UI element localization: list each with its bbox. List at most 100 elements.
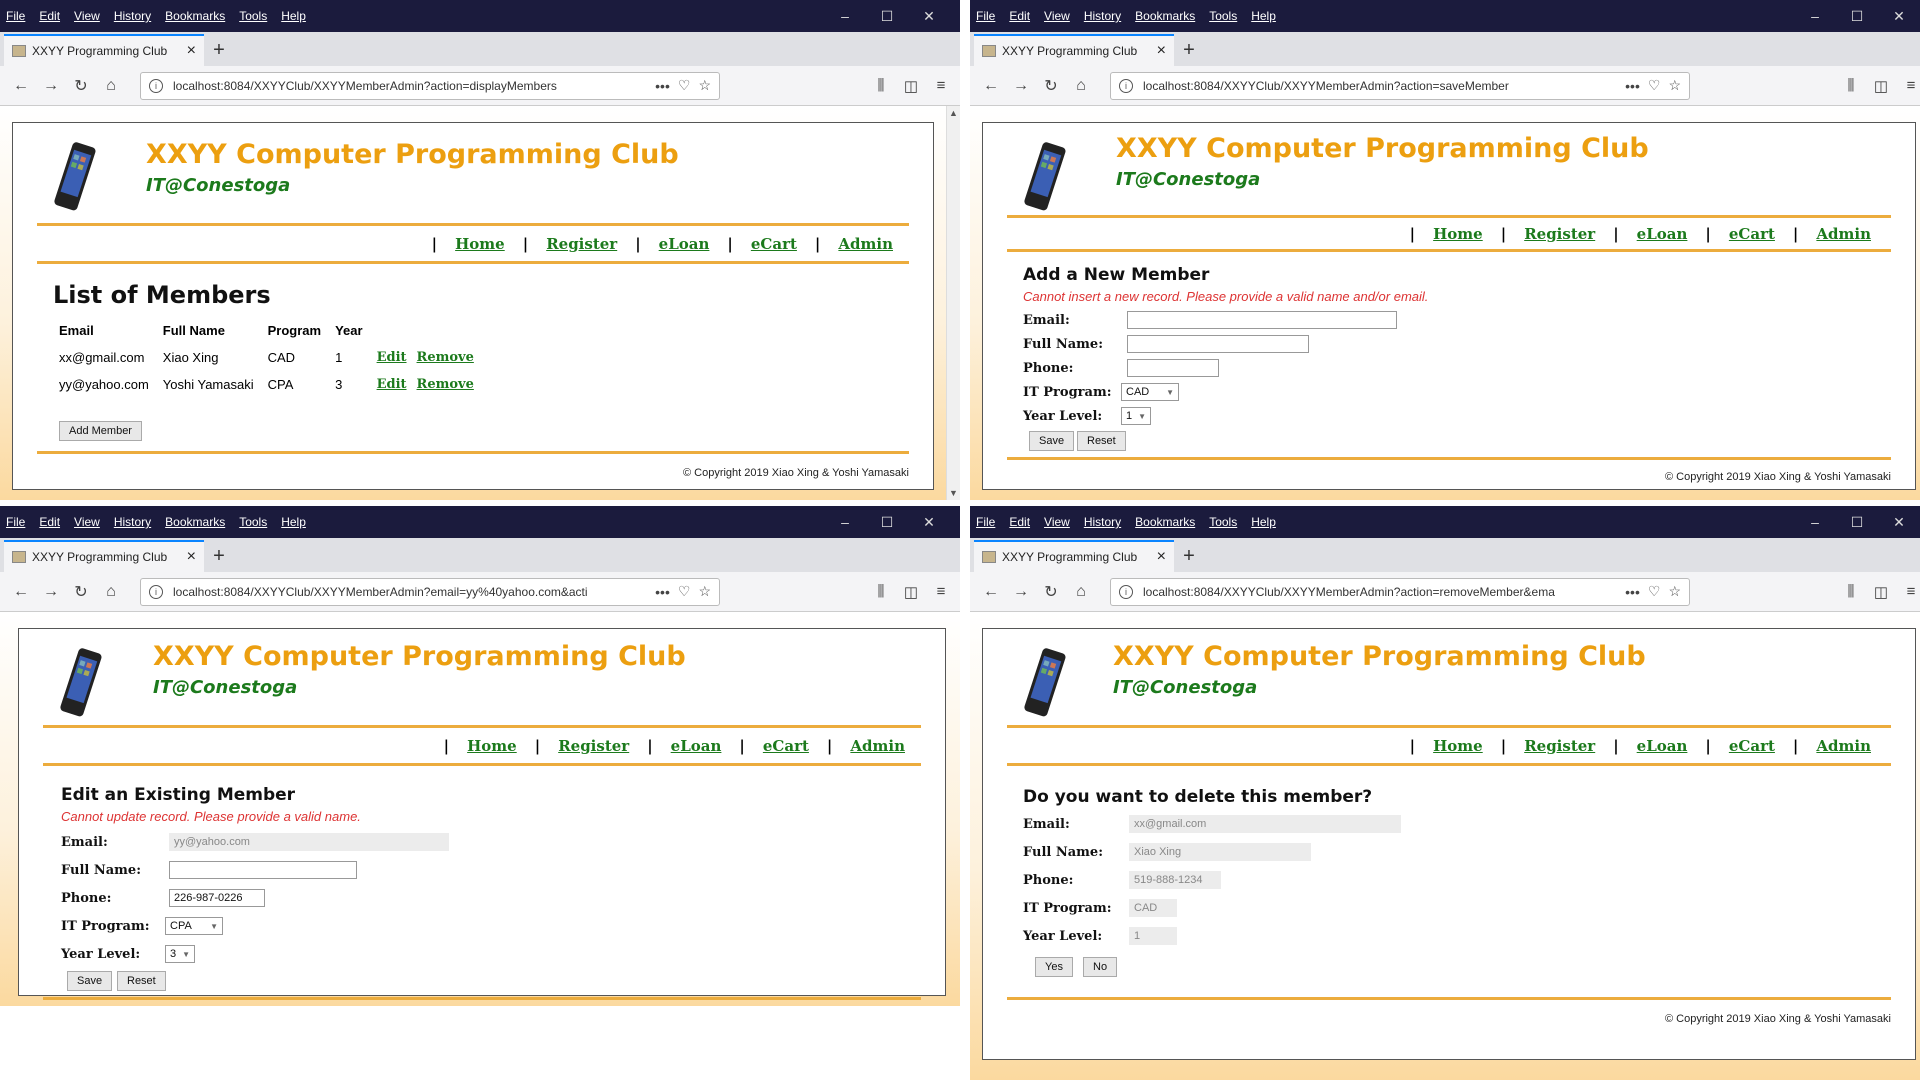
page-actions-icon[interactable]: ••• — [1625, 584, 1640, 600]
url-bar[interactable]: i localhost:8084/XXYYClub/XXYYMemberAdmi… — [140, 71, 720, 100]
home-icon[interactable]: ⌂ — [96, 77, 126, 95]
edit-link[interactable]: Edit — [377, 377, 407, 392]
menu-edit[interactable]: Edit — [39, 9, 60, 23]
minimize-button[interactable]: – — [1794, 514, 1836, 530]
nav-register-link[interactable]: Register — [546, 235, 617, 253]
menu-tools[interactable]: Tools — [239, 9, 267, 23]
url-bar[interactable]: i localhost:8084/XXYYClub/XXYYMemberAdmi… — [1110, 577, 1690, 606]
nav-register-link[interactable]: Register — [1524, 225, 1595, 243]
nav-admin-link[interactable]: Admin — [1816, 737, 1871, 755]
nav-eloan-link[interactable]: eLoan — [1637, 737, 1688, 755]
menu-file[interactable]: File — [6, 9, 25, 23]
pocket-icon[interactable]: ♡ — [678, 77, 691, 94]
maximize-button[interactable]: ☐ — [866, 8, 908, 25]
maximize-button[interactable]: ☐ — [866, 514, 908, 531]
new-tab-button[interactable]: + — [1174, 540, 1204, 572]
pocket-icon[interactable]: ♡ — [678, 583, 691, 600]
program-select[interactable]: CAD ▼ — [1121, 383, 1179, 401]
reload-icon[interactable]: ↻ — [66, 582, 96, 602]
nav-home-link[interactable]: Home — [467, 737, 517, 755]
sidebar-icon[interactable]: ◫ — [1866, 77, 1896, 95]
edit-link[interactable]: Edit — [377, 350, 407, 365]
menu-bookmarks[interactable]: Bookmarks — [1135, 515, 1195, 529]
year-select[interactable]: 3 ▼ — [165, 945, 195, 963]
menu-history[interactable]: History — [1084, 515, 1121, 529]
page-actions-icon[interactable]: ••• — [1625, 78, 1640, 94]
pocket-icon[interactable]: ♡ — [1648, 583, 1661, 600]
menu-help[interactable]: Help — [281, 9, 306, 23]
menu-edit[interactable]: Edit — [1009, 9, 1030, 23]
close-window-button[interactable]: ✕ — [1878, 514, 1920, 531]
full-name-field[interactable] — [1127, 335, 1309, 353]
menu-file[interactable]: File — [976, 515, 995, 529]
bookmark-star-icon[interactable]: ☆ — [698, 77, 711, 94]
pocket-icon[interactable]: ♡ — [1648, 77, 1661, 94]
remove-link[interactable]: Remove — [417, 350, 474, 365]
tab-programming-club[interactable]: XXYY Programming Club × — [4, 34, 204, 66]
forward-icon[interactable]: → — [1006, 77, 1036, 95]
hamburger-menu-icon[interactable]: ≡ — [1896, 583, 1920, 601]
menu-help[interactable]: Help — [1251, 9, 1276, 23]
program-select[interactable]: CPA ▼ — [165, 917, 223, 935]
info-icon[interactable]: i — [149, 78, 163, 93]
close-tab-icon[interactable]: × — [187, 42, 196, 60]
nav-admin-link[interactable]: Admin — [850, 737, 905, 755]
home-icon[interactable]: ⌂ — [96, 583, 126, 601]
minimize-button[interactable]: – — [824, 514, 866, 530]
phone-field[interactable] — [1127, 359, 1219, 377]
menu-file[interactable]: File — [6, 515, 25, 529]
reload-icon[interactable]: ↻ — [1036, 582, 1066, 602]
forward-icon[interactable]: → — [1006, 583, 1036, 601]
tab-programming-club[interactable]: XXYY Programming Club × — [974, 540, 1174, 572]
back-icon[interactable]: ← — [976, 77, 1006, 95]
close-tab-icon[interactable]: × — [1157, 548, 1166, 566]
hamburger-menu-icon[interactable]: ≡ — [926, 583, 956, 601]
page-actions-icon[interactable]: ••• — [655, 78, 670, 94]
save-button[interactable]: Save — [67, 971, 113, 991]
menu-file[interactable]: File — [976, 9, 995, 23]
menu-history[interactable]: History — [114, 515, 151, 529]
scroll-down-icon[interactable]: ▼ — [949, 488, 958, 498]
menu-bookmarks[interactable]: Bookmarks — [1135, 9, 1195, 23]
new-tab-button[interactable]: + — [1174, 34, 1204, 66]
menu-edit[interactable]: Edit — [1009, 515, 1030, 529]
url-bar[interactable]: i localhost:8084/XXYYClub/XXYYMemberAdmi… — [1110, 71, 1690, 100]
menu-view[interactable]: View — [74, 515, 100, 529]
menu-view[interactable]: View — [74, 9, 100, 23]
nav-eloan-link[interactable]: eLoan — [671, 737, 722, 755]
yes-button[interactable]: Yes — [1035, 957, 1073, 977]
menu-tools[interactable]: Tools — [239, 515, 267, 529]
no-button[interactable]: No — [1083, 957, 1118, 977]
tab-programming-club[interactable]: XXYY Programming Club × — [4, 540, 204, 572]
year-select[interactable]: 1 ▼ — [1121, 407, 1151, 425]
tab-programming-club[interactable]: XXYY Programming Club × — [974, 34, 1174, 66]
home-icon[interactable]: ⌂ — [1066, 583, 1096, 601]
nav-home-link[interactable]: Home — [455, 235, 505, 253]
nav-home-link[interactable]: Home — [1433, 737, 1483, 755]
phone-field[interactable]: 226-987-0226 — [169, 889, 265, 907]
info-icon[interactable]: i — [1119, 78, 1133, 93]
back-icon[interactable]: ← — [976, 583, 1006, 601]
nav-register-link[interactable]: Register — [558, 737, 629, 755]
nav-eloan-link[interactable]: eLoan — [1637, 225, 1688, 243]
reset-button[interactable]: Reset — [1077, 431, 1126, 451]
close-tab-icon[interactable]: × — [187, 548, 196, 566]
maximize-button[interactable]: ☐ — [1836, 8, 1878, 25]
add-member-button[interactable]: Add Member — [59, 421, 142, 441]
home-icon[interactable]: ⌂ — [1066, 77, 1096, 95]
vertical-scrollbar[interactable]: ▲ ▼ — [946, 106, 960, 500]
email-field[interactable] — [1127, 311, 1397, 329]
hamburger-menu-icon[interactable]: ≡ — [1896, 77, 1920, 95]
nav-admin-link[interactable]: Admin — [838, 235, 893, 253]
nav-eloan-link[interactable]: eLoan — [659, 235, 710, 253]
reload-icon[interactable]: ↻ — [1036, 76, 1066, 96]
menu-edit[interactable]: Edit — [39, 515, 60, 529]
full-name-field[interactable] — [169, 861, 357, 879]
reset-button[interactable]: Reset — [117, 971, 166, 991]
bookmark-star-icon[interactable]: ☆ — [1668, 77, 1681, 94]
nav-home-link[interactable]: Home — [1433, 225, 1483, 243]
back-icon[interactable]: ← — [6, 583, 36, 601]
close-window-button[interactable]: ✕ — [908, 8, 950, 25]
nav-ecart-link[interactable]: eCart — [1729, 737, 1775, 755]
library-icon[interactable]: ⫼ — [1836, 77, 1866, 95]
